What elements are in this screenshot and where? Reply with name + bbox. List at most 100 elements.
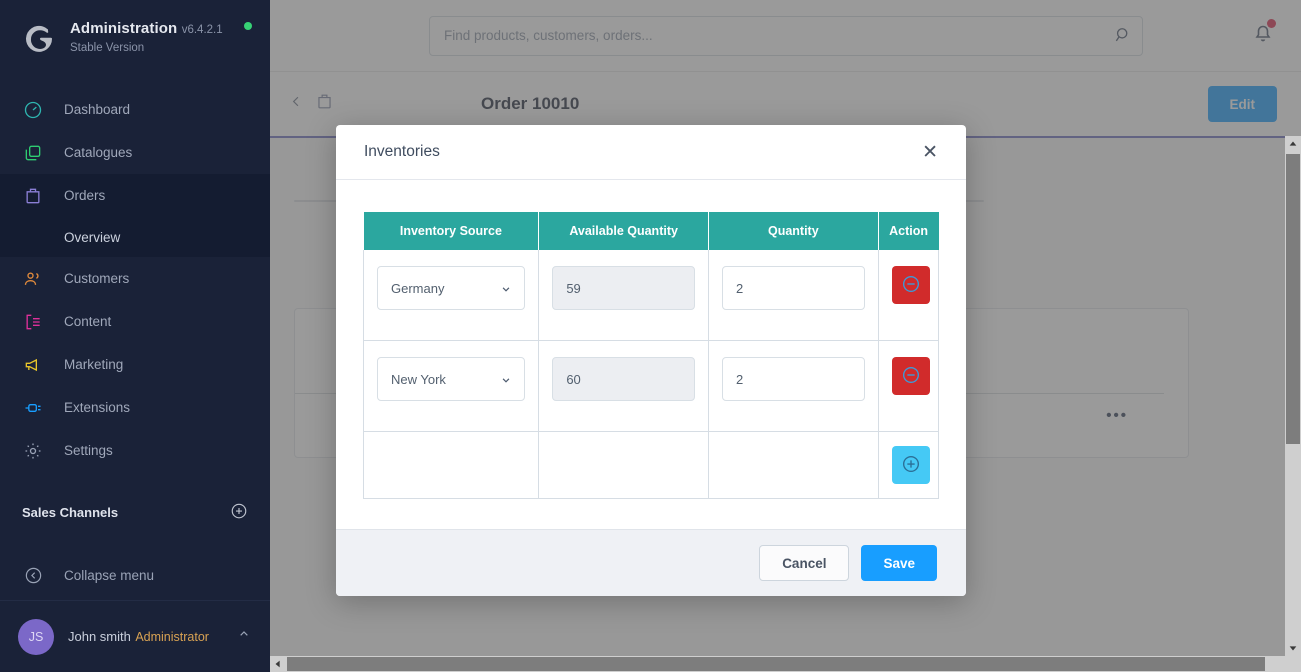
quantity-input[interactable] [721, 266, 865, 310]
sales-channels-section: Sales Channels [0, 490, 270, 534]
table-header: Inventory Source Available Quantity Quan… [363, 212, 939, 250]
inventory-source-select[interactable]: New York [377, 357, 526, 401]
sidebar-subitem-label: Overview [64, 229, 121, 245]
minus-circle-icon [900, 364, 922, 389]
modal-header: Inventories ✕ [336, 125, 966, 180]
sidebar-item-label: Catalogues [64, 144, 133, 160]
cell-quantity [707, 250, 879, 341]
user-account-bar[interactable]: JS John smith Administrator [0, 600, 270, 672]
available-quantity-input [552, 266, 695, 310]
cell-empty [707, 431, 879, 499]
cell-action [877, 340, 940, 432]
close-x-icon[interactable]: ✕ [916, 139, 944, 166]
inventories-modal: Inventories ✕ Inventory Source Available… [336, 125, 966, 596]
orders-bag-icon [22, 185, 44, 207]
horizontal-scrollbar[interactable] [270, 656, 1301, 672]
user-name: John smith [68, 628, 131, 644]
scrollbar-corner [1285, 656, 1301, 672]
sidebar-nav: Dashboard Catalogues Orders Overview Cus… [0, 88, 270, 472]
sidebar-item-label: Dashboard [64, 101, 131, 117]
vertical-scrollbar-thumb[interactable] [1286, 154, 1300, 444]
remove-row-button[interactable] [891, 266, 930, 304]
plus-circle-icon[interactable] [230, 502, 248, 523]
minus-circle-icon [900, 273, 922, 298]
sidebar-item-label: Settings [64, 442, 113, 458]
catalogues-copy-icon [22, 142, 44, 164]
column-header-action: Action [878, 212, 939, 250]
shopware-logo-icon [20, 20, 56, 56]
cell-inventory-source: New York [362, 340, 540, 432]
table-add-row [362, 431, 940, 499]
quantity-input[interactable] [721, 357, 865, 401]
sidebar-item-label: Orders [64, 187, 106, 203]
cell-available-quantity [538, 250, 709, 341]
sidebar-item-dashboard[interactable]: Dashboard [0, 88, 270, 131]
chevron-up-icon[interactable] [236, 626, 252, 647]
cell-action [877, 431, 940, 499]
horizontal-scrollbar-thumb[interactable] [287, 657, 1265, 671]
cell-quantity [707, 340, 879, 432]
available-quantity-input [552, 357, 695, 401]
sidebar-item-label: Marketing [64, 356, 124, 372]
inventory-source-value: Germany [391, 280, 445, 296]
marketing-megaphone-icon [22, 354, 44, 376]
column-header-quantity: Quantity [708, 212, 879, 250]
sidebar-item-customers[interactable]: Customers [0, 257, 270, 300]
scroll-down-arrow-icon[interactable] [1285, 640, 1301, 656]
cell-empty [362, 431, 540, 499]
add-row-button[interactable] [891, 446, 930, 484]
sidebar-item-orders[interactable]: Orders [0, 174, 270, 217]
vertical-scrollbar[interactable] [1285, 136, 1301, 656]
chevron-down-icon [499, 282, 513, 299]
table-body: Germany 59 2 New York 60 2 [362, 250, 940, 499]
user-role: Administrator [135, 629, 209, 644]
cell-action [877, 250, 940, 341]
cancel-button[interactable]: Cancel [759, 545, 850, 581]
sidebar-item-content[interactable]: Content [0, 300, 270, 343]
table-row: Germany [362, 250, 940, 341]
cell-inventory-source: Germany [362, 250, 540, 341]
user-meta: John smith Administrator [68, 628, 236, 646]
collapse-chevron-icon [22, 565, 44, 587]
save-button[interactable]: Save [861, 545, 937, 581]
modal-title: Inventories [364, 143, 440, 160]
content-layout-icon [22, 311, 44, 333]
sales-channels-label: Sales Channels [22, 504, 119, 520]
sidebar: Administration v6.4.2.1 Stable Version D… [0, 0, 270, 672]
scroll-left-arrow-icon[interactable] [270, 656, 286, 672]
brand-title: Administration [70, 20, 178, 37]
status-dot [244, 22, 252, 30]
scroll-up-arrow-icon[interactable] [1285, 136, 1301, 152]
table-header-row: Inventory Source Available Quantity Quan… [363, 212, 939, 250]
remove-row-button[interactable] [891, 357, 930, 395]
table-row: New York [362, 340, 940, 432]
brand-header[interactable]: Administration v6.4.2.1 Stable Version [0, 0, 270, 76]
cell-available-quantity [538, 340, 709, 432]
collapse-menu-label: Collapse menu [64, 567, 155, 583]
sidebar-item-label: Customers [64, 270, 130, 286]
column-header-available-quantity: Available Quantity [538, 212, 709, 250]
chevron-down-icon [499, 373, 513, 390]
sidebar-item-catalogues[interactable]: Catalogues [0, 131, 270, 174]
modal-body: Inventory Source Available Quantity Quan… [336, 180, 966, 529]
sidebar-item-settings[interactable]: Settings [0, 429, 270, 472]
inventory-source-select[interactable]: Germany [377, 266, 526, 310]
column-header-inventory-source: Inventory Source [363, 212, 540, 250]
sidebar-item-extensions[interactable]: Extensions [0, 386, 270, 429]
settings-gear-icon [22, 440, 44, 462]
collapse-menu-button[interactable]: Collapse menu [0, 554, 270, 597]
customers-people-icon [22, 268, 44, 290]
dashboard-gauge-icon [22, 99, 44, 121]
inventory-source-value: New York [391, 371, 446, 387]
modal-footer: Cancel Save [336, 529, 966, 596]
inventories-table: Inventory Source Available Quantity Quan… [362, 212, 940, 499]
sidebar-item-label: Content [64, 313, 112, 329]
sidebar-item-overview[interactable]: Overview [0, 217, 270, 257]
sidebar-item-label: Extensions [64, 399, 131, 415]
sidebar-item-marketing[interactable]: Marketing [0, 343, 270, 386]
admin-window: Administration v6.4.2.1 Stable Version D… [0, 0, 1301, 672]
extensions-plug-icon [22, 397, 44, 419]
cell-empty [538, 431, 709, 499]
avatar: JS [18, 618, 54, 655]
brand-text: Administration v6.4.2.1 Stable Version [70, 20, 244, 56]
